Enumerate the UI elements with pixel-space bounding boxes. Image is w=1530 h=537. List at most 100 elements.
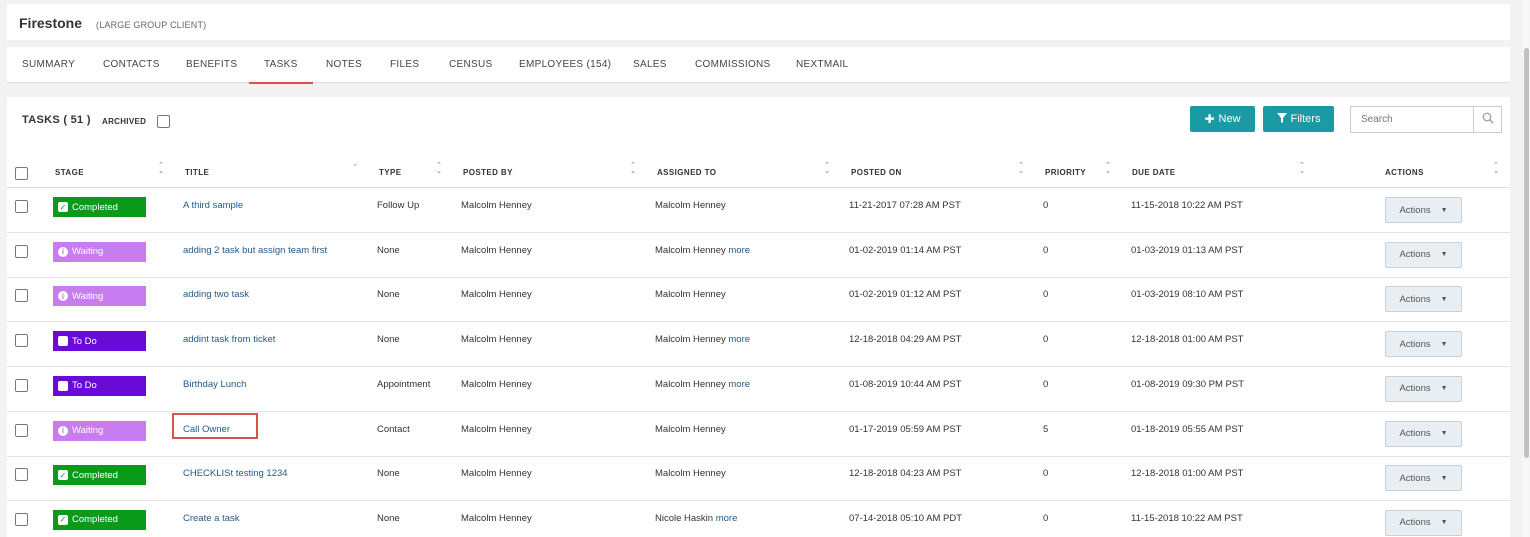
assigned-to-name: Malcolm Henney	[655, 468, 726, 480]
row-checkbox[interactable]	[15, 512, 28, 526]
tab-nextmail[interactable]: NEXTMAIL	[796, 59, 848, 70]
tab-contacts[interactable]: CONTACTS	[103, 59, 160, 70]
scrollbar-thumb[interactable]	[1524, 48, 1529, 458]
stage-label: Completed	[72, 514, 118, 526]
tab-sales[interactable]: SALES	[633, 59, 667, 70]
assigned-to-name: Malcolm Henney	[655, 289, 726, 301]
sort-icon[interactable]: ⌃ ⌄	[1298, 162, 1306, 175]
priority: 0	[1043, 468, 1049, 480]
priority: 0	[1043, 378, 1049, 390]
tab-census[interactable]: CENSUS	[449, 59, 492, 70]
sort-icon[interactable]: ⌃ ⌄	[823, 162, 831, 175]
tab-tasks[interactable]: TASKS	[249, 59, 312, 84]
row-checkbox[interactable]	[15, 289, 28, 303]
column-header-posted-by[interactable]: POSTED BY	[463, 168, 513, 177]
tab-summary[interactable]: SUMMARY	[22, 59, 75, 70]
actions-dropdown-button[interactable]: Actions ▼	[1385, 331, 1462, 358]
row-checkbox[interactable]	[15, 423, 28, 437]
actions-dropdown-button[interactable]: Actions ▼	[1385, 465, 1462, 492]
sort-icon[interactable]: ⌃ ⌄	[1017, 162, 1025, 175]
new-task-button[interactable]: ✚ New	[1190, 106, 1255, 132]
task-title-link[interactable]: A third sample	[183, 200, 243, 211]
archived-checkbox[interactable]	[157, 115, 170, 128]
stage-icon: ✓	[58, 202, 68, 212]
task-type: Follow Up	[377, 200, 420, 211]
assigned-more-link[interactable]: more	[728, 245, 750, 256]
column-header-priority[interactable]: PRIORITY	[1045, 168, 1086, 177]
due-date: 11-15-2018 10:22 AM PST	[1131, 512, 1243, 524]
assigned-to: Malcolm Henney	[655, 424, 726, 435]
assigned-to-name: Malcolm Henney	[655, 244, 726, 256]
tab-commissions[interactable]: COMMISSIONS	[695, 59, 771, 70]
sort-icon[interactable]: ⌃ ⌄	[1492, 162, 1500, 175]
actions-dropdown-button[interactable]: Actions ▼	[1385, 197, 1462, 223]
task-title-link[interactable]: CHECKLISt testing 1234	[183, 468, 288, 479]
assigned-to: Nicole Haskin more	[655, 513, 737, 524]
due-date: 12-18-2018 01:00 AM PST	[1131, 468, 1244, 480]
task-title-link[interactable]: addint task from ticket	[183, 334, 275, 345]
client-header: Firestone (LARGE GROUP CLIENT)	[7, 4, 1510, 40]
column-header-assigned-to[interactable]: ASSIGNED TO	[657, 168, 716, 177]
row-checkbox[interactable]	[15, 200, 28, 213]
tasks-panel: TASKS ( 51 ) ARCHIVED ✚ New Filters STAG…	[7, 97, 1510, 537]
posted-on: 01-08-2019 10:44 AM PST	[849, 378, 962, 390]
column-header-posted-on[interactable]: POSTED ON	[851, 168, 902, 177]
column-header-type[interactable]: TYPE	[379, 168, 402, 177]
assigned-more-link[interactable]: more	[716, 513, 738, 524]
due-date: 01-03-2019 01:13 AM PST	[1131, 244, 1244, 256]
due-date: 01-18-2019 05:55 AM PST	[1131, 423, 1244, 435]
search-button[interactable]	[1473, 106, 1502, 133]
sort-asc-icon[interactable]: ⌃	[351, 164, 359, 171]
stage-label: To Do	[72, 335, 97, 347]
actions-dropdown-button[interactable]: Actions ▼	[1385, 241, 1462, 268]
priority: 0	[1043, 512, 1049, 524]
posted-on: 07-14-2018 05:10 AM PDT	[849, 512, 963, 524]
row-checkbox[interactable]	[15, 244, 28, 258]
client-type: (LARGE GROUP CLIENT)	[96, 20, 207, 30]
actions-dropdown-button[interactable]: Actions ▼	[1385, 420, 1462, 447]
due-date: 11-15-2018 10:22 AM PST	[1131, 200, 1243, 211]
sort-icon[interactable]: ⌃ ⌄	[435, 162, 443, 175]
assigned-more-link[interactable]: more	[728, 379, 750, 390]
search-input[interactable]	[1350, 106, 1474, 133]
actions-dropdown-button[interactable]: Actions ▼	[1385, 286, 1462, 313]
task-title-link[interactable]: Create a task	[183, 513, 240, 524]
task-title-link[interactable]: adding two task	[183, 289, 249, 300]
task-title-link[interactable]: Birthday Lunch	[183, 379, 246, 390]
due-date: 01-08-2019 09:30 PM PST	[1131, 378, 1245, 390]
column-header-stage[interactable]: STAGE	[55, 168, 84, 177]
actions-label: Actions	[1399, 383, 1431, 395]
tab-files[interactable]: FILES	[390, 59, 419, 70]
sort-icon[interactable]: ⌃ ⌄	[629, 162, 637, 175]
actions-dropdown-button[interactable]: Actions ▼	[1385, 375, 1462, 402]
filters-button-label: Filters	[1290, 113, 1321, 125]
search-icon	[1482, 112, 1494, 127]
tab-employees[interactable]: EMPLOYEES (154)	[519, 59, 611, 70]
assigned-to: Malcolm Henney more	[655, 379, 750, 390]
row-checkbox[interactable]	[15, 468, 28, 482]
task-type: None	[377, 512, 400, 524]
table-row: To Do addint task from ticket None Malcolm …	[7, 322, 1510, 368]
actions-dropdown-button[interactable]: Actions ▼	[1385, 509, 1462, 536]
task-title-link[interactable]: adding 2 task but assign team first	[183, 245, 327, 256]
assigned-to-name: Malcolm Henney	[655, 378, 726, 390]
stage-icon: i	[58, 246, 68, 257]
tab-benefits[interactable]: BENEFITS	[186, 59, 237, 70]
stage-badge: i Waiting	[53, 286, 146, 307]
actions-label: Actions	[1399, 472, 1431, 484]
column-header-title[interactable]: TITLE	[185, 168, 209, 177]
row-checkbox[interactable]	[15, 378, 28, 392]
scrollbar[interactable]	[1523, 0, 1530, 537]
row-checkbox[interactable]	[15, 334, 28, 348]
assigned-more-link[interactable]: more	[728, 334, 750, 345]
sort-icon[interactable]: ⌃ ⌄	[1104, 162, 1112, 175]
filters-button[interactable]: Filters	[1263, 106, 1334, 132]
actions-label: Actions	[1399, 293, 1431, 305]
table-row: ✓ Completed Create a task None Malcolm Henne…	[7, 501, 1510, 537]
sort-icon[interactable]: ⌃ ⌄	[157, 162, 165, 175]
posted-by: Malcolm Henney	[461, 378, 532, 390]
stage-badge: To Do	[53, 375, 146, 396]
select-all-checkbox[interactable]	[15, 167, 28, 180]
tab-notes[interactable]: NOTES	[326, 59, 362, 70]
column-header-due-date[interactable]: DUE DATE	[1132, 168, 1176, 177]
